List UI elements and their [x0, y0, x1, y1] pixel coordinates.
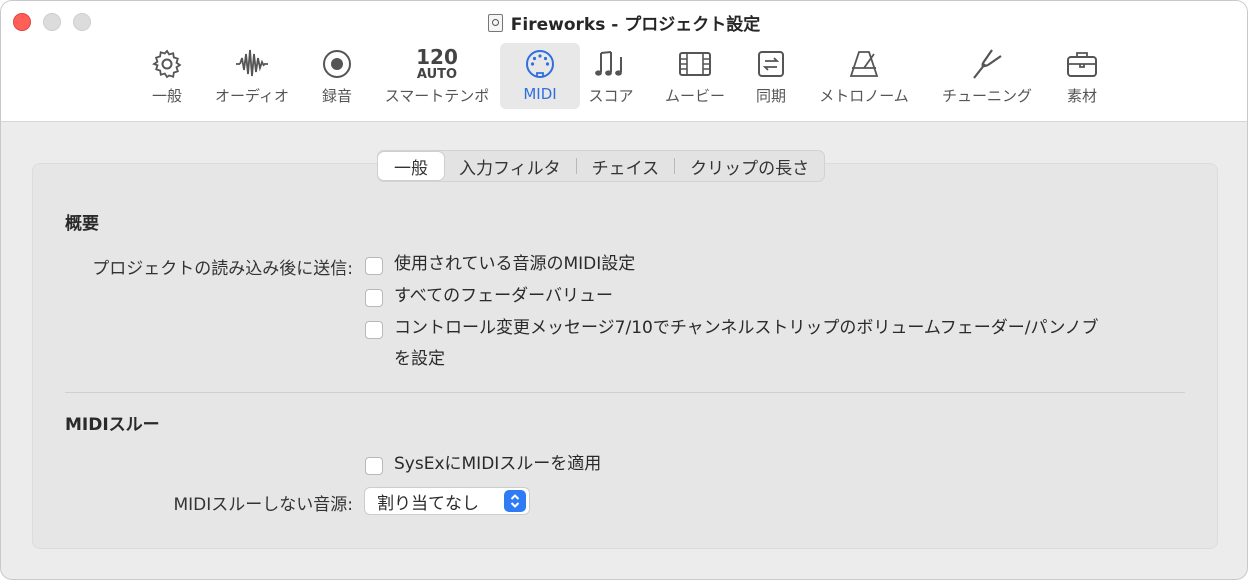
toolbar-label: 同期 — [755, 87, 786, 105]
no-thru-instrument-popup[interactable]: 割り当てなし — [364, 487, 530, 515]
checkbox-label: 使用されている音源のMIDI設定 — [394, 254, 636, 274]
toolbar-item-tuning[interactable]: チューニング — [934, 43, 1040, 109]
option-instrument-midi-settings[interactable]: 使用されている音源のMIDI設定 — [365, 254, 635, 280]
music-notes-icon — [595, 51, 622, 76]
toolbar-label: スマートテンポ — [384, 87, 490, 105]
project-document-icon — [487, 13, 503, 32]
midi-thru-heading: MIDIスルー — [65, 415, 160, 435]
toolbar-label: 録音 — [321, 87, 352, 105]
tempo-mode: AUTO — [416, 67, 458, 82]
metronome-icon — [849, 51, 879, 77]
toolbar-label: 一般 — [151, 87, 182, 105]
toolbar-item-smart-tempo[interactable]: 120 AUTO スマートテンポ — [379, 43, 495, 109]
checkbox-label: コントロール変更メッセージ7/10でチャンネルストリップのボリュームフェーダー/… — [394, 313, 1099, 375]
toolbar-label: ムービー — [664, 87, 725, 105]
no-thru-instrument-label: MIDIスルーしない音源: — [173, 495, 353, 515]
tempo-value: 120 — [416, 45, 458, 69]
toolbar-label: MIDI — [523, 85, 557, 103]
overview-heading: 概要 — [65, 214, 99, 234]
tempo-icon: 120 AUTO — [416, 47, 458, 81]
preferences-window: Fireworks - プロジェクト設定 一般 オーディオ 録音 120 AUT… — [0, 0, 1248, 580]
checkbox-label-line2: を設定 — [394, 349, 445, 369]
toolbar-label: 素材 — [1066, 87, 1097, 105]
toolbar-item-general[interactable]: 一般 — [142, 43, 192, 109]
popup-value: 割り当てなし — [377, 493, 479, 514]
toolbar-item-midi[interactable]: MIDI — [500, 43, 580, 109]
send-after-load-label: プロジェクトの読み込み後に送信: — [92, 259, 353, 279]
toolbar-item-audio[interactable]: オーディオ — [207, 43, 297, 109]
tab-general[interactable]: 一般 — [378, 152, 444, 180]
checkbox-label: SysExにMIDIスルーを適用 — [394, 454, 602, 474]
toolbar-label: オーディオ — [215, 87, 289, 105]
window-title-group: Fireworks - プロジェクト設定 — [1, 10, 1247, 35]
toolbar-label: メトロノーム — [819, 87, 909, 105]
tab-input-filter[interactable]: 入力フィルタ — [444, 152, 576, 180]
chevron-up-down-icon — [504, 490, 526, 512]
toolbar-item-recording[interactable]: 録音 — [312, 43, 362, 109]
toolbar-item-movie[interactable]: ムービー — [660, 43, 730, 109]
midi-port-icon — [526, 50, 554, 78]
record-icon — [323, 50, 351, 78]
window-title: Fireworks - プロジェクト設定 — [510, 15, 761, 35]
control-change-checkbox[interactable] — [365, 321, 383, 339]
toolbar-item-metronome[interactable]: メトロノーム — [811, 43, 917, 109]
option-control-change-7-10[interactable]: コントロール変更メッセージ7/10でチャンネルストリップのボリュームフェーダー/… — [365, 318, 1099, 375]
toolbar-label: チューニング — [941, 87, 1032, 105]
section-divider — [65, 392, 1185, 393]
tab-chase[interactable]: チェイス — [577, 152, 675, 180]
checkbox-label: すべてのフェーダーバリュー — [394, 286, 613, 306]
film-icon — [679, 52, 711, 76]
midi-tab-control: 一般 入力フィルタ チェイス クリップの長さ — [377, 150, 826, 182]
option-sysex-midi-thru[interactable]: SysExにMIDIスルーを適用 — [365, 454, 601, 480]
title-bar: Fireworks - プロジェクト設定 一般 オーディオ 録音 120 AUT… — [1, 1, 1247, 122]
toolbar-item-assets[interactable]: 素材 — [1058, 43, 1106, 109]
sysex-midi-thru-checkbox[interactable] — [365, 457, 383, 475]
gear-icon — [152, 49, 182, 79]
all-fader-values-checkbox[interactable] — [365, 289, 383, 307]
toolbar-item-score[interactable]: スコア — [585, 43, 637, 109]
briefcase-icon — [1067, 52, 1097, 77]
tab-clip-length[interactable]: クリップの長さ — [675, 152, 824, 180]
tuning-fork-icon — [973, 49, 1002, 79]
toolbar-label: スコア — [588, 87, 634, 105]
checkbox-label-line1: コントロール変更メッセージ7/10でチャンネルストリップのボリュームフェーダー/… — [394, 318, 1099, 338]
sync-icon — [758, 51, 784, 77]
option-all-fader-values[interactable]: すべてのフェーダーバリュー — [365, 286, 613, 312]
toolbar-item-sync[interactable]: 同期 — [748, 43, 794, 109]
settings-toolbar: 一般 オーディオ 録音 120 AUTO スマートテンポ MIDI スコア ムー… — [1, 43, 1247, 109]
waveform-icon — [236, 49, 268, 77]
instrument-midi-settings-checkbox[interactable] — [365, 257, 383, 275]
